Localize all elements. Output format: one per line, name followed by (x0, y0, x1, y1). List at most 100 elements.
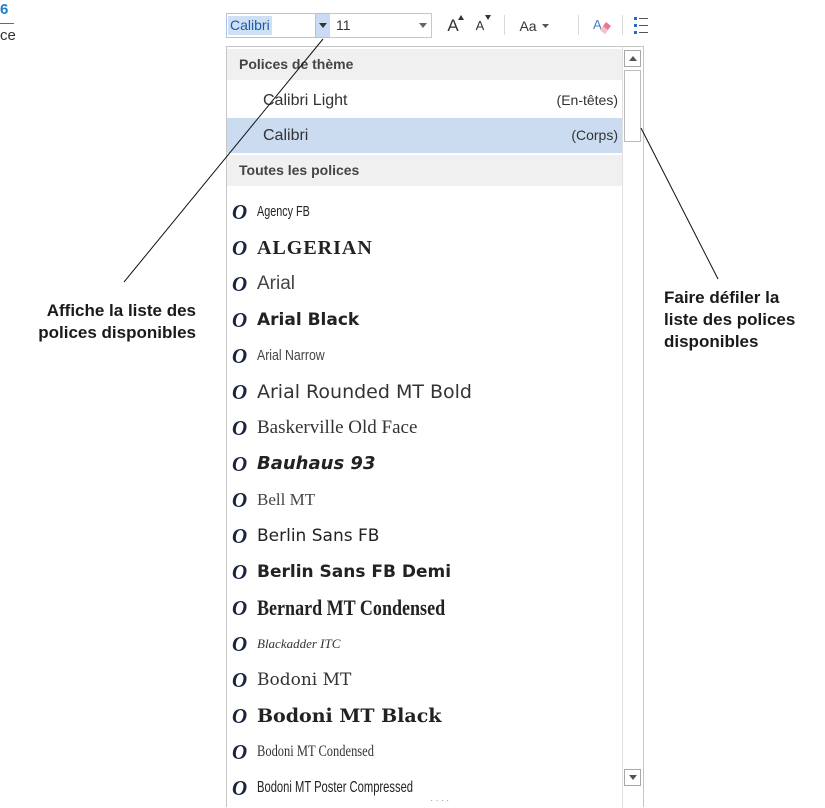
callout-text: polices disponibles (38, 323, 196, 342)
font-ribbon: Calibri 11 A A Aa A (222, 8, 652, 42)
scroll-down-button[interactable] (624, 769, 641, 786)
font-type-icon: O (232, 200, 248, 224)
font-item-bernard-mt-condensed[interactable]: O Bernard MT Condensed (227, 591, 622, 627)
scroll-down-icon (629, 775, 637, 780)
font-type-icon: O (232, 560, 248, 584)
font-item-bauhaus-93[interactable]: O Bauhaus 93 (227, 447, 622, 483)
font-item-label: Bodoni MT Poster Compressed (257, 779, 414, 796)
font-item-label: ALGERIAN (257, 237, 373, 259)
theme-font-name: Calibri (263, 127, 309, 144)
font-item-label: Berlin Sans FB Demi (257, 562, 452, 582)
font-item-blackadder-itc[interactable]: O Blackadder ITC (227, 627, 622, 663)
all-fonts-header: Toutes les polices (227, 155, 622, 186)
font-size-combobox[interactable]: 11 (330, 13, 432, 38)
grow-font-button[interactable]: A (442, 13, 465, 38)
figure-rule (0, 23, 14, 24)
dropdown-arrow-icon[interactable] (419, 23, 427, 28)
font-item-label: Bauhaus 93 (257, 453, 376, 474)
font-item-arial-black[interactable]: O Arial Black (227, 303, 622, 339)
font-item-arial[interactable]: O Arial (227, 267, 622, 303)
theme-font-tag: (Corps) (571, 127, 618, 143)
theme-font-calibri-light[interactable]: Calibri Light (En-têtes) (227, 83, 622, 118)
clear-formatting-button[interactable]: A (590, 13, 616, 38)
font-item-label: Bodoni MT Black (257, 705, 442, 727)
change-case-button[interactable]: Aa (512, 13, 556, 38)
font-dropdown-panel: Polices de thème Calibri Light (En-têtes… (226, 46, 644, 808)
callout-line-scrollbar (640, 127, 719, 280)
bullets-button[interactable] (630, 13, 652, 38)
font-type-icon: O (232, 524, 248, 548)
theme-font-name: Calibri Light (263, 92, 348, 109)
change-case-label: Aa (519, 17, 537, 34)
font-type-icon: O (232, 488, 248, 512)
font-item-label: Arial (257, 273, 296, 294)
font-item-berlin-sans-fb[interactable]: O Berlin Sans FB (227, 519, 622, 555)
font-item-label: Bodoni MT (257, 670, 352, 690)
font-item-bodoni-mt-poster-compressed[interactable]: O Bodoni MT Poster Compressed (227, 771, 622, 807)
font-item-algerian[interactable]: O ALGERIAN (227, 231, 622, 267)
ribbon-separator (578, 15, 579, 35)
font-type-icon: O (232, 704, 248, 728)
font-item-label: Blackadder ITC (257, 636, 341, 651)
font-name-dropdown-button[interactable] (315, 14, 331, 37)
font-type-icon: O (232, 308, 248, 332)
font-item-label: Arial Narrow (257, 347, 325, 364)
font-item-bodoni-mt[interactable]: O Bodoni MT (227, 663, 622, 699)
font-type-icon: O (232, 596, 248, 620)
font-item-bodoni-mt-black[interactable]: O Bodoni MT Black (227, 699, 622, 735)
font-type-icon: O (232, 632, 248, 656)
font-item-label: Arial Black (257, 310, 360, 330)
font-item-label: Agency FB (257, 203, 310, 220)
font-item-berlin-sans-fb-demi[interactable]: O Berlin Sans FB Demi (227, 555, 622, 591)
dropdown-arrow-icon (319, 23, 327, 28)
ribbon-separator (504, 15, 505, 35)
font-type-icon: O (232, 776, 248, 800)
font-name-combobox[interactable]: Calibri (226, 13, 331, 38)
font-type-icon: O (232, 668, 248, 692)
scroll-up-button[interactable] (624, 50, 641, 67)
callout-font-list: Affiche la liste des polices disponibles (0, 300, 196, 344)
font-size-value[interactable]: 11 (336, 17, 351, 33)
font-type-icon: O (232, 740, 248, 764)
callout-text: liste des polices (664, 310, 796, 329)
font-item-label: Arial Rounded MT Bold (257, 381, 472, 403)
ribbon-separator (622, 15, 623, 35)
dropdown-arrow-icon (541, 23, 549, 28)
font-type-icon: O (232, 272, 248, 296)
shrink-font-button[interactable]: A (470, 13, 491, 38)
scroll-up-icon (629, 56, 637, 61)
theme-font-calibri[interactable]: Calibri (Corps) (227, 118, 622, 153)
figure-number: 6 (0, 1, 9, 18)
font-list-scrollbar[interactable] (622, 47, 643, 808)
figure-caption-fragment: ce (0, 27, 16, 44)
font-item-bell-mt[interactable]: O Bell MT (227, 483, 622, 519)
font-type-icon: O (232, 380, 248, 404)
font-item-arial-narrow[interactable]: O Arial Narrow (227, 339, 622, 375)
callout-scrollbar: Faire défiler la liste des polices dispo… (664, 287, 825, 353)
font-item-label: Bell MT (257, 490, 316, 509)
font-item-label: Bodoni MT Condensed (257, 743, 374, 760)
font-name-value[interactable]: Calibri (228, 16, 272, 35)
font-item-label: Baskerville Old Face (257, 417, 418, 438)
font-type-icon: O (232, 344, 248, 368)
font-item-label: Bernard MT Condensed (257, 595, 446, 620)
theme-fonts-header: Polices de thème (227, 49, 622, 80)
font-item-bodoni-mt-condensed[interactable]: O Bodoni MT Condensed (227, 735, 622, 771)
font-item-label: Berlin Sans FB (257, 526, 380, 546)
callout-text: Faire défiler la (664, 288, 780, 307)
resize-grip[interactable]: ···· (430, 795, 451, 806)
font-type-icon: O (232, 236, 248, 260)
font-type-icon: O (232, 452, 248, 476)
scrollbar-thumb[interactable] (624, 70, 641, 142)
callout-text: disponibles (664, 332, 759, 351)
clear-formatting-icon: A (593, 17, 611, 34)
callout-text: Affiche la liste des (46, 301, 196, 320)
font-item-agency-fb[interactable]: O Agency FB (227, 195, 622, 231)
shrink-font-icon: A (476, 15, 491, 33)
font-type-icon: O (232, 416, 248, 440)
bullets-icon (634, 16, 648, 34)
font-item-baskerville-old-face[interactable]: O Baskerville Old Face (227, 411, 622, 447)
font-item-arial-rounded-mt-bold[interactable]: O Arial Rounded MT Bold (227, 375, 622, 411)
grow-font-icon: A (447, 14, 465, 36)
theme-font-tag: (En-têtes) (556, 92, 618, 108)
